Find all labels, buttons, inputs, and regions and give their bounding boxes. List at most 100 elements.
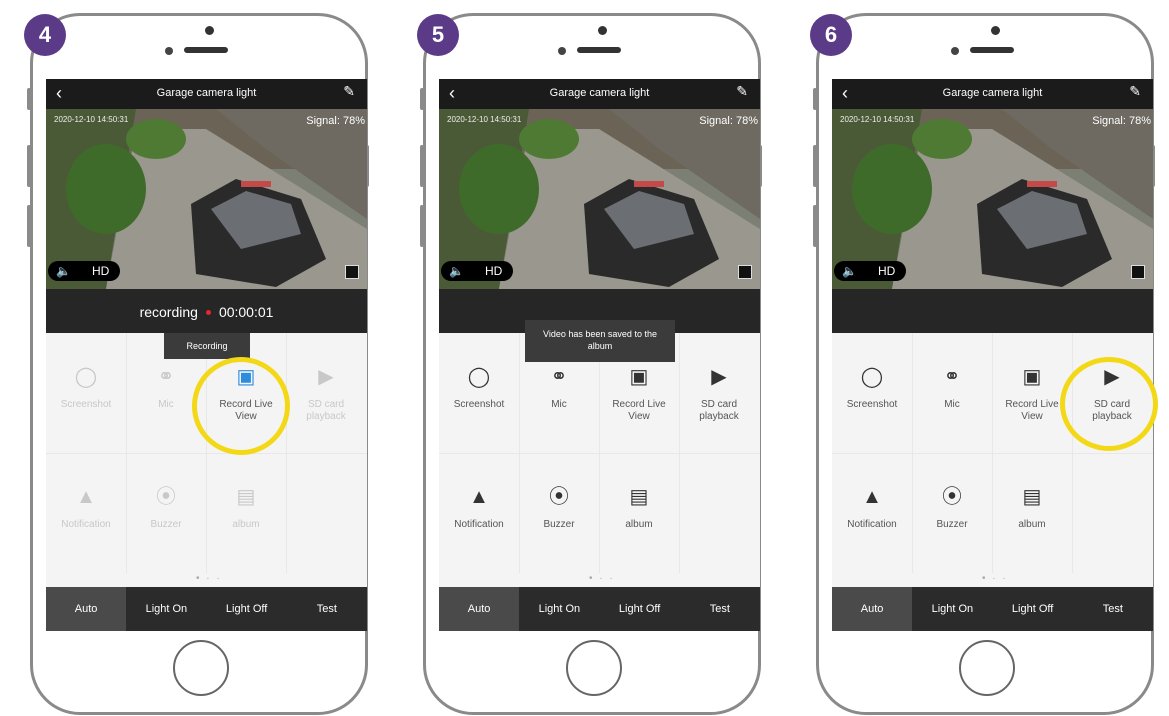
video-camera-icon: ▣ [1022,366,1042,388]
step-badge: 4 [24,14,66,56]
screenshot-button[interactable]: ◯ Screenshot [46,333,126,453]
signal-strength: Signal: 78% [306,115,365,127]
buzzer-button[interactable]: ⦿ Buzzer [519,453,599,573]
pencil-icon[interactable]: ✎ [343,83,355,100]
side-button [813,145,817,187]
recording-time: 00:00:01 [218,304,274,320]
tab-light-off[interactable]: Light Off [600,587,680,631]
video-timestamp: 2020-12-10 14:50:31 [447,115,522,124]
sd-card-playback-button[interactable]: ▶ SD card playback [679,333,759,453]
app-header: ‹ Garage camera light ✎ [439,79,760,109]
image-icon: ▤ [1022,486,1042,508]
speaker-mute-icon[interactable]: 🔈 [56,264,71,278]
live-video-view[interactable]: 2020-12-10 14:50:31 Signal: 78% 🔈 HD [439,109,760,289]
page-indicator: • · · [589,573,615,584]
control-label: Notification [61,519,111,530]
earpiece [184,47,228,53]
tab-light-off[interactable]: Light Off [207,587,287,631]
tab-light-on[interactable]: Light On [912,587,992,631]
front-sensor [991,26,1000,35]
tab-test[interactable]: Test [287,587,367,631]
home-button[interactable] [959,640,1015,696]
audio-quality-pill: 🔈 HD [48,261,120,281]
tab-auto[interactable]: Auto [439,587,520,631]
earpiece [970,47,1014,53]
camera-icon: ◯ [74,366,98,388]
phone-step-6: 6 ‹ Garage camera light ✎ 2020-12-10 14:… [810,0,1169,716]
control-label: Screenshot [60,399,112,410]
buzzer-button[interactable]: ⦿ Buzzer [126,453,206,573]
control-label: Buzzer [936,519,968,530]
fullscreen-icon[interactable] [345,265,359,279]
highlight-circle [1060,357,1158,451]
screenshot-button[interactable]: ◯ Screenshot [439,333,519,453]
control-label: Mic [944,399,960,410]
notification-button[interactable]: ▲ Notification [439,453,519,573]
mic-button[interactable]: ⚭ Mic [912,333,992,453]
screenshot-button[interactable]: ◯ Screenshot [832,333,912,453]
page-indicator: • · · [196,573,222,584]
tab-auto[interactable]: Auto [832,587,913,631]
control-label: Buzzer [150,519,182,530]
tab-light-on[interactable]: Light On [126,587,206,631]
buzzer-icon: ⦿ [549,486,569,508]
video-timestamp: 2020-12-10 14:50:31 [840,115,915,124]
light-mode-bar: Auto Light On Light Off Test [46,587,367,631]
siren-icon: ▲ [469,486,489,508]
tab-light-on[interactable]: Light On [519,587,599,631]
control-label: Record Live View [612,399,666,422]
control-label: Screenshot [453,399,505,410]
light-mode-bar: Auto Light On Light Off Test [439,587,760,631]
siren-icon: ▲ [76,486,96,508]
front-sensor [205,26,214,35]
home-button[interactable] [566,640,622,696]
front-camera [951,47,959,55]
notification-button[interactable]: ▲ Notification [832,453,912,573]
side-button [27,88,31,110]
signal-strength: Signal: 78% [1092,115,1151,127]
app-screen: ‹ Garage camera light ✎ 2020-12-10 14:50… [832,79,1153,631]
front-camera [558,47,566,55]
buzzer-icon: ⦿ [942,486,962,508]
side-button [420,88,424,110]
hd-toggle[interactable]: HD [485,264,502,278]
app-screen: ‹ Garage camera light ✎ 2020-12-10 14:50… [439,79,760,631]
page-title: Garage camera light [942,87,1043,99]
album-button[interactable]: ▤ album [992,453,1072,573]
playback-icon: ▶ [711,366,727,388]
side-button [420,145,424,187]
home-button[interactable] [173,640,229,696]
speaker-mute-icon[interactable]: 🔈 [449,264,464,278]
recording-status-bar [832,289,1153,333]
audio-quality-pill: 🔈 HD [441,261,513,281]
buzzer-button[interactable]: ⦿ Buzzer [912,453,992,573]
sd-card-playback-button[interactable]: ▶ SD card playback [286,333,366,453]
notification-button[interactable]: ▲ Notification [46,453,126,573]
control-label: Record Live View [1005,399,1059,422]
hd-toggle[interactable]: HD [92,264,109,278]
toast-message: Video has been saved to the album [525,320,675,362]
tab-light-off[interactable]: Light Off [993,587,1073,631]
tab-test[interactable]: Test [1073,587,1153,631]
audio-quality-pill: 🔈 HD [834,261,906,281]
record-live-view-button[interactable]: ▣ Record Live View [992,333,1072,453]
album-button[interactable]: ▤ album [206,453,286,573]
pencil-icon[interactable]: ✎ [736,83,748,100]
live-video-view[interactable]: 2020-12-10 14:50:31 Signal: 78% 🔈 HD [832,109,1153,289]
speaker-mute-icon[interactable]: 🔈 [842,264,857,278]
fullscreen-icon[interactable] [738,265,752,279]
live-video-view[interactable]: 2020-12-10 14:50:31 Signal: 78% 🔈 HD [46,109,367,289]
step-badge: 5 [417,14,459,56]
album-button[interactable]: ▤ album [599,453,679,573]
hd-toggle[interactable]: HD [878,264,895,278]
microphone-icon: ⚭ [157,366,175,388]
fullscreen-icon[interactable] [1131,265,1145,279]
tab-auto[interactable]: Auto [46,587,127,631]
control-label: Screenshot [846,399,898,410]
control-label: album [625,519,653,530]
control-label: Notification [847,519,897,530]
app-header: ‹ Garage camera light ✎ [832,79,1153,109]
side-button [420,205,424,247]
tab-test[interactable]: Test [680,587,760,631]
pencil-icon[interactable]: ✎ [1129,83,1141,100]
